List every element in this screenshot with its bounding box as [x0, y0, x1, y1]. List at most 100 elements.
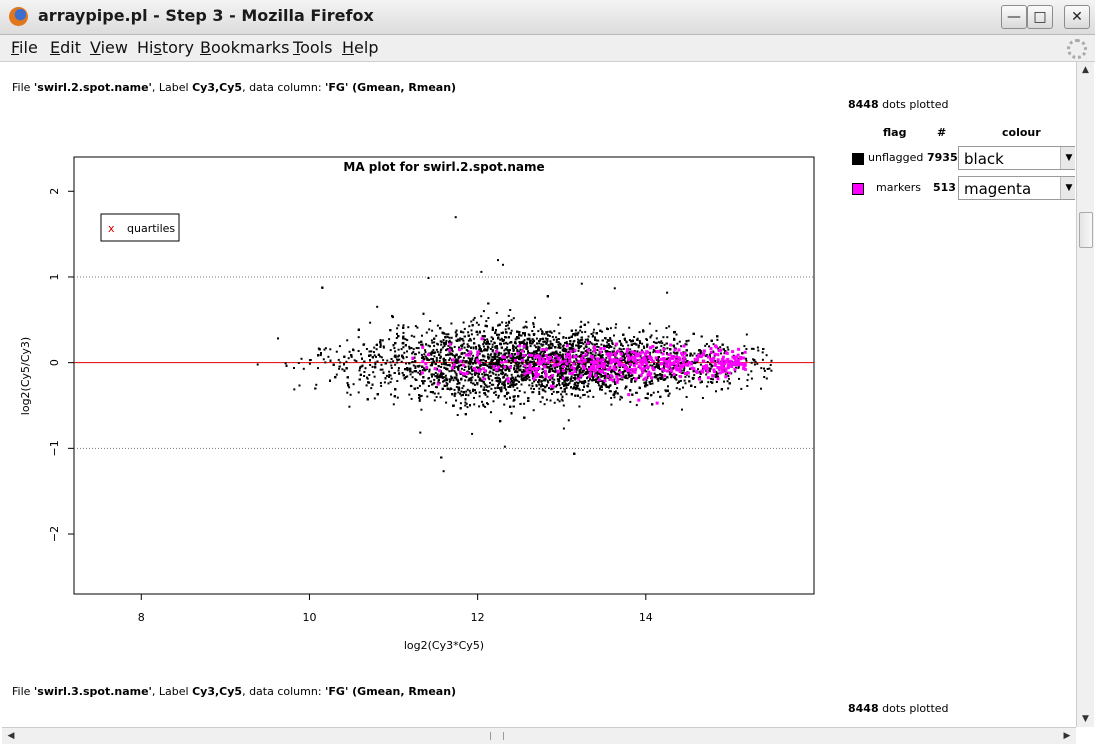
data-point — [539, 385, 542, 388]
data-point — [462, 331, 465, 334]
data-point — [509, 309, 512, 311]
data-point — [652, 391, 655, 394]
data-point — [375, 348, 378, 351]
data-point — [578, 388, 581, 391]
close-button[interactable]: ✕ — [1064, 5, 1090, 29]
data-point — [532, 409, 535, 412]
data-point — [587, 395, 590, 398]
data-point — [478, 373, 481, 376]
data-point — [727, 348, 730, 351]
data-point — [687, 375, 690, 378]
minimize-button[interactable]: — — [1001, 5, 1027, 29]
data-point — [386, 359, 389, 362]
chevron-down-icon: ▼ — [1060, 177, 1075, 199]
data-point — [527, 359, 530, 362]
data-point — [645, 381, 648, 384]
data-point — [408, 393, 411, 396]
data-point — [423, 353, 426, 356]
data-point — [440, 366, 443, 368]
data-point — [483, 330, 486, 333]
maximize-button[interactable]: □ — [1027, 5, 1053, 29]
menu-history[interactable]: History — [137, 38, 194, 57]
data-point — [597, 384, 600, 387]
data-point — [602, 375, 604, 377]
data-point — [329, 348, 332, 351]
colour-header: colour — [1002, 126, 1041, 139]
data-point — [587, 385, 590, 388]
data-point — [757, 349, 760, 352]
data-point — [629, 400, 632, 403]
data-point — [600, 343, 603, 346]
menu-file[interactable]: File — [11, 38, 38, 57]
data-point — [714, 360, 717, 362]
data-point — [541, 371, 544, 374]
data-point — [570, 375, 573, 378]
data-point — [368, 350, 371, 353]
throbber-icon — [1067, 39, 1087, 59]
data-point — [497, 384, 499, 387]
data-point — [497, 373, 500, 376]
data-point — [753, 363, 756, 366]
data-point — [475, 347, 478, 350]
data-point — [727, 377, 730, 380]
data-point — [556, 398, 559, 401]
data-point — [487, 317, 490, 319]
data-point — [397, 348, 400, 351]
data-point — [397, 369, 400, 372]
data-point — [341, 368, 344, 371]
data-point — [555, 336, 558, 339]
menu-bookmarks[interactable]: Bookmarks — [200, 38, 289, 57]
data-point — [464, 404, 467, 407]
data-point — [565, 386, 568, 389]
data-point — [429, 320, 432, 322]
data-point — [433, 392, 436, 395]
data-point — [503, 374, 506, 377]
data-point — [516, 387, 519, 390]
data-point — [461, 345, 464, 348]
data-point — [467, 394, 470, 397]
data-point — [587, 335, 590, 338]
data-point — [482, 343, 485, 346]
data-point — [609, 390, 612, 393]
data-point — [430, 353, 433, 356]
data-point — [335, 350, 338, 353]
menu-help[interactable]: Help — [342, 38, 378, 57]
data-point — [562, 427, 565, 430]
menu-view[interactable]: View — [90, 38, 128, 57]
data-point — [346, 339, 349, 342]
data-point — [396, 380, 399, 382]
plot-frame — [73, 156, 815, 595]
data-point — [487, 376, 490, 379]
data-point — [256, 363, 259, 366]
data-point — [496, 347, 499, 350]
data-point — [719, 346, 722, 349]
data-point — [510, 319, 513, 322]
data-point — [516, 348, 519, 351]
data-point — [568, 336, 571, 339]
data-point — [601, 354, 604, 356]
data-point — [459, 402, 462, 405]
data-point — [480, 315, 483, 318]
data-point — [761, 351, 764, 354]
data-point — [646, 345, 649, 348]
flag-label: markers — [876, 181, 921, 194]
data-point — [433, 378, 436, 381]
swatch-black — [852, 153, 864, 165]
data-point — [484, 405, 487, 408]
data-point — [368, 374, 371, 376]
data-point — [300, 357, 303, 360]
data-point — [420, 408, 423, 411]
data-point — [701, 397, 704, 399]
colour-select-unflagged[interactable]: black ▼ — [958, 146, 1075, 170]
menu-edit[interactable]: Edit — [50, 38, 81, 57]
data-point — [439, 349, 442, 351]
data-point — [745, 333, 748, 336]
data-point — [523, 391, 526, 394]
data-point — [397, 324, 400, 327]
menu-tools[interactable]: Tools — [293, 38, 332, 57]
colour-select-markers[interactable]: magenta ▼ — [958, 176, 1075, 200]
data-point — [520, 383, 523, 386]
data-point — [568, 368, 571, 371]
data-point — [302, 367, 305, 370]
data-point — [455, 385, 458, 388]
